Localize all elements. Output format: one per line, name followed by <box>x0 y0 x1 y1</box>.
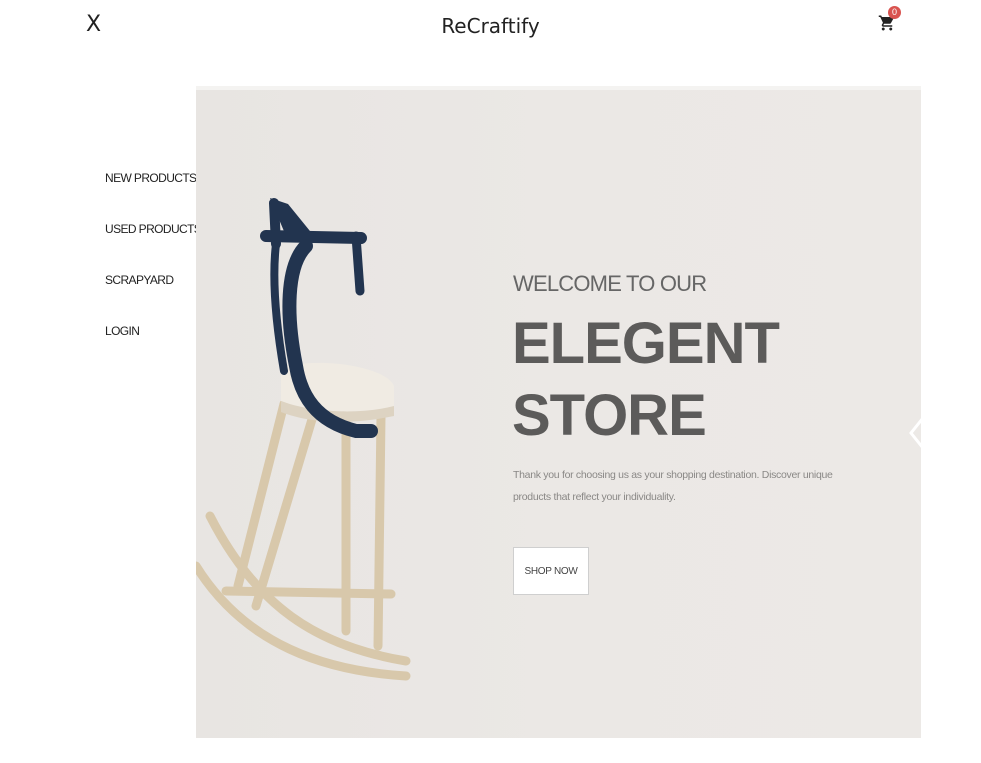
rocking-chair-image <box>196 198 411 681</box>
cart-count-badge: 0 <box>888 6 901 19</box>
shop-now-button[interactable]: SHOP NOW <box>513 547 589 595</box>
hero-headline: ELEGENT STORE <box>512 308 780 452</box>
side-menu: NEW PRODUCTS USED PRODUCTS SCRAPYARD LOG… <box>105 168 202 372</box>
chevron-right-icon[interactable] <box>909 418 923 448</box>
menu-item-used-products[interactable]: USED PRODUCTS <box>105 219 202 270</box>
headline-line-2: STORE <box>512 383 707 448</box>
hero-top-divider <box>196 86 921 90</box>
brand-title[interactable]: ReCraftify <box>0 14 981 38</box>
headline-line-1: ELEGENT <box>512 311 780 376</box>
menu-item-new-products[interactable]: NEW PRODUCTS <box>105 168 201 219</box>
welcome-text: WELCOME TO OUR <box>513 271 707 296</box>
menu-item-scrapyard[interactable]: SCRAPYARD <box>105 270 201 321</box>
hero-banner: WELCOME TO OUR ELEGENT STORE Thank you f… <box>196 86 921 738</box>
cart-button[interactable]: 0 <box>878 6 904 36</box>
menu-item-login[interactable]: LOGIN <box>105 321 201 372</box>
hero-tagline: Thank you for choosing us as your shoppi… <box>513 469 833 503</box>
